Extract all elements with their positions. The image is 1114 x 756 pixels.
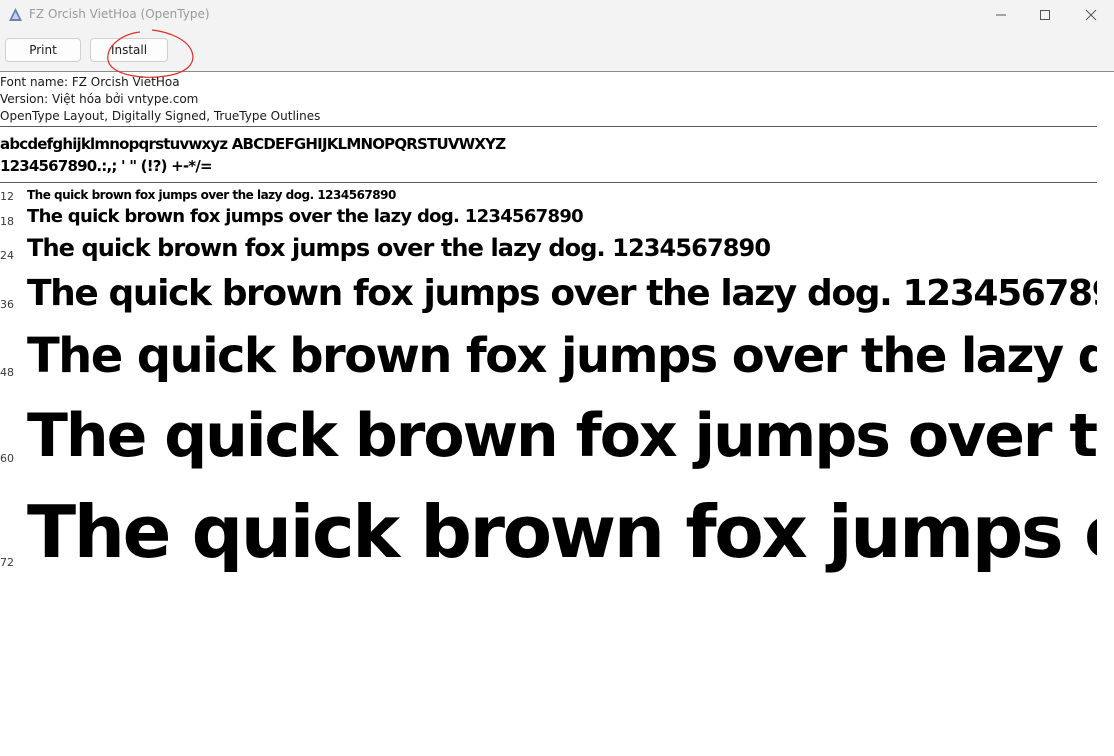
charset-symbols: 1234567890.:,; ' " (!?) +-*/= bbox=[0, 157, 213, 175]
sample-text: The quick brown fox jumps over the lazy … bbox=[27, 188, 396, 202]
close-icon bbox=[1085, 9, 1097, 21]
sample-size-label: 60 bbox=[0, 452, 14, 465]
sample-text: The quick brown fox jumps over the lazy … bbox=[27, 328, 1097, 384]
close-button[interactable] bbox=[1068, 0, 1114, 30]
vertical-scrollbar[interactable] bbox=[1097, 72, 1114, 756]
sample-size-label: 48 bbox=[0, 366, 14, 379]
sample-size-label: 12 bbox=[0, 190, 14, 203]
install-button[interactable]: Install bbox=[90, 38, 168, 62]
maximize-button[interactable] bbox=[1022, 0, 1068, 30]
font-viewer-app-icon bbox=[9, 8, 22, 21]
sample-text: The quick brown fox jumps over the lazy … bbox=[27, 490, 1097, 574]
minimize-icon bbox=[996, 14, 1006, 16]
sample-text: The quick brown fox jumps over the lazy … bbox=[27, 273, 1097, 314]
divider bbox=[0, 126, 1097, 127]
sample-text: The quick brown fox jumps over the lazy … bbox=[27, 206, 584, 227]
sample-text: The quick brown fox jumps over the lazy … bbox=[27, 234, 771, 262]
font-type-info: OpenType Layout, Digitally Signed, TrueT… bbox=[0, 109, 321, 123]
window-title: FZ Orcish VietHoa (OpenType) bbox=[29, 7, 210, 21]
sample-size-label: 18 bbox=[0, 215, 14, 228]
divider bbox=[0, 182, 1097, 183]
charset-letters: abcdefghijklmnopqrstuvwxyz ABCDEFGHIJKLM… bbox=[0, 135, 506, 153]
print-button[interactable]: Print bbox=[5, 38, 81, 62]
sample-size-label: 72 bbox=[0, 556, 14, 569]
title-bar: FZ Orcish VietHoa (OpenType) bbox=[0, 0, 1114, 30]
sample-size-label: 36 bbox=[0, 298, 14, 311]
toolbar: Print Install bbox=[0, 30, 1114, 72]
sample-text: The quick brown fox jumps over the lazy … bbox=[27, 401, 1097, 471]
font-name-info: Font name: FZ Orcish VietHoa bbox=[0, 75, 180, 89]
font-version-info: Version: Việt hóa bởi vntype.com bbox=[0, 92, 199, 106]
sample-size-label: 24 bbox=[0, 249, 14, 262]
font-preview-area: Font name: FZ Orcish VietHoa Version: Vi… bbox=[0, 72, 1097, 756]
maximize-icon bbox=[1040, 10, 1050, 20]
minimize-button[interactable] bbox=[978, 0, 1024, 30]
